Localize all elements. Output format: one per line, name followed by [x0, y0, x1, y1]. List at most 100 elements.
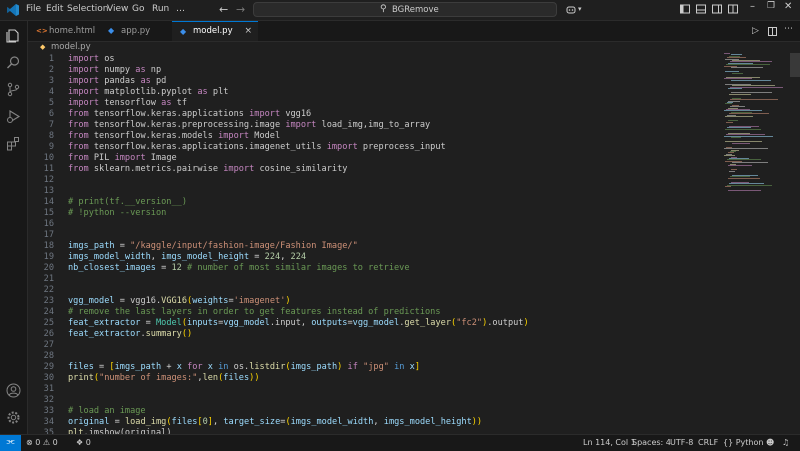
command-center-search[interactable]: ⚲ BGRemove: [253, 2, 557, 17]
code-line[interactable]: import tensorflow as tf: [68, 98, 187, 108]
back-arrow-icon[interactable]: ←: [219, 3, 228, 16]
menu-run[interactable]: Run: [152, 4, 169, 14]
minimap-line: [731, 79, 771, 81]
code-line[interactable]: from PIL import Image: [68, 153, 177, 163]
settings-gear-icon[interactable]: [6, 410, 21, 425]
warning-count: 0: [52, 438, 58, 447]
source-control-icon[interactable]: [6, 82, 21, 97]
restore-icon[interactable]: ❐: [767, 1, 775, 11]
line-number: 8: [48, 131, 54, 141]
chevron-down-icon[interactable]: ▾: [578, 5, 582, 13]
code-line[interactable]: from tensorflow.keras.applications.image…: [68, 142, 446, 152]
language-mode[interactable]: {} Python: [723, 438, 763, 447]
run-icon[interactable]: ▷: [752, 26, 759, 36]
command-center-label: BGRemove: [392, 5, 439, 15]
line-number: 28: [43, 351, 54, 361]
title-bar: File Edit Selection View Go Run … ← → ⚲ …: [0, 0, 800, 21]
code-line[interactable]: vgg_model = vgg16.VGG16(weights='imagene…: [68, 296, 291, 306]
menu-go[interactable]: Go: [132, 4, 144, 14]
breadcrumb-file[interactable]: model.py: [51, 42, 91, 52]
minimap-line: [732, 142, 751, 144]
line-number: 12: [43, 175, 54, 185]
tab-model-py[interactable]: ◆ model.py ×: [172, 21, 258, 41]
explorer-icon[interactable]: [6, 28, 21, 43]
code-line[interactable]: from tensorflow.keras.models import Mode…: [68, 131, 280, 141]
code-line[interactable]: from tensorflow.keras.preprocessing.imag…: [68, 120, 430, 130]
line-number: 7: [48, 120, 54, 130]
code-line[interactable]: # remove the last layers in order to get…: [68, 307, 441, 317]
code-line[interactable]: # load an image: [68, 406, 146, 416]
code-line[interactable]: # print(tf.__version__): [68, 197, 187, 207]
code-line[interactable]: original = load_img(files[0], target_siz…: [68, 417, 482, 427]
minimap-line: [728, 165, 753, 166]
python-file-icon: ◆: [180, 27, 187, 36]
line-number: 16: [43, 219, 54, 229]
cursor-position[interactable]: Ln 114, Col 1: [583, 438, 636, 447]
close-icon[interactable]: ×: [244, 22, 252, 41]
line-ending[interactable]: CRLF: [698, 438, 718, 447]
tab-app-py[interactable]: ◆ app.py: [100, 21, 172, 41]
code-line[interactable]: feat_extractor = Model(inputs=vgg_model.…: [68, 318, 529, 328]
code-line[interactable]: print("number of images:",len(files)): [68, 373, 260, 383]
scrollbar-thumb[interactable]: [790, 53, 800, 77]
line-number: 4: [48, 87, 54, 97]
copilot-status-icon[interactable]: ☻: [766, 438, 774, 447]
menu-view[interactable]: View: [107, 4, 128, 14]
code-line[interactable]: import pandas as pd: [68, 76, 166, 86]
tab-home-html[interactable]: <> home.html: [28, 21, 100, 41]
forward-arrow-icon[interactable]: →: [236, 3, 245, 16]
tab-label: app.py: [121, 26, 151, 36]
menu-file[interactable]: File: [26, 4, 41, 14]
line-number: 1: [48, 54, 54, 64]
toggle-secondary-sidebar-icon[interactable]: [712, 4, 722, 14]
notifications-bell-icon[interactable]: ♫: [782, 438, 789, 447]
indentation[interactable]: Spaces: 4: [632, 438, 671, 447]
minimap[interactable]: [724, 53, 790, 193]
menu-more[interactable]: …: [176, 4, 185, 14]
copilot-icon[interactable]: [566, 4, 576, 14]
split-editor-icon[interactable]: [768, 27, 777, 36]
ports-indicator[interactable]: ❖ 0: [76, 438, 91, 447]
code-line[interactable]: imgs_model_width, imgs_model_height = 22…: [68, 252, 306, 262]
account-icon[interactable]: [6, 383, 21, 398]
encoding[interactable]: UTF-8: [670, 438, 693, 447]
problems-indicator[interactable]: ⊗ 0 ⚠ 0: [26, 438, 58, 447]
more-icon[interactable]: ⋯: [784, 24, 793, 34]
error-icon: ⊗: [26, 438, 33, 447]
line-number: 14: [43, 197, 54, 207]
minimap-line: [726, 121, 734, 123]
toggle-primary-sidebar-icon[interactable]: [680, 4, 690, 14]
search-icon[interactable]: [6, 55, 21, 70]
code-line[interactable]: feat_extractor.summary(): [68, 329, 192, 339]
code-line[interactable]: import numpy as np: [68, 65, 161, 75]
toggle-panel-icon[interactable]: [696, 4, 706, 14]
code-line[interactable]: nb_closest_images = 12 # number of most …: [68, 263, 410, 273]
minimap-line: [732, 162, 768, 164]
minimize-icon[interactable]: –: [750, 1, 755, 12]
remote-indicator-icon[interactable]: ⫘: [0, 435, 21, 451]
code-line[interactable]: # !python --version: [68, 208, 166, 218]
line-number: 29: [43, 362, 54, 372]
menu-edit[interactable]: Edit: [46, 4, 63, 14]
minimap-line: [728, 177, 760, 179]
layout-icon[interactable]: [728, 4, 738, 14]
code-line[interactable]: imgs_path = "/kaggle/input/fashion-image…: [68, 241, 358, 251]
code-line[interactable]: import matplotlib.pyplot as plt: [68, 87, 228, 97]
vertical-scrollbar[interactable]: [790, 53, 800, 434]
run-debug-icon[interactable]: [6, 109, 21, 124]
code-line[interactable]: import os: [68, 54, 115, 64]
code-line[interactable]: from sklearn.metrics.pairwise import cos…: [68, 164, 347, 174]
minimap-line: [725, 116, 754, 117]
code-editor[interactable]: 1 import os 2 import numpy as np 3 import pan…: [28, 53, 718, 434]
menu-selection[interactable]: Selection: [67, 4, 108, 14]
line-number: 30: [43, 373, 54, 383]
extensions-icon[interactable]: [6, 136, 21, 151]
minimap-line: [728, 88, 743, 89]
code-line[interactable]: files = [imgs_path + x for x in os.listd…: [68, 362, 420, 372]
ports-count: 0: [85, 438, 91, 447]
code-line[interactable]: from tensorflow.keras.applications impor…: [68, 109, 311, 119]
line-number: 19: [43, 252, 54, 262]
minimap-line: [727, 184, 773, 186]
close-window-icon[interactable]: ✕: [784, 1, 792, 12]
minimap-line: [729, 170, 735, 172]
